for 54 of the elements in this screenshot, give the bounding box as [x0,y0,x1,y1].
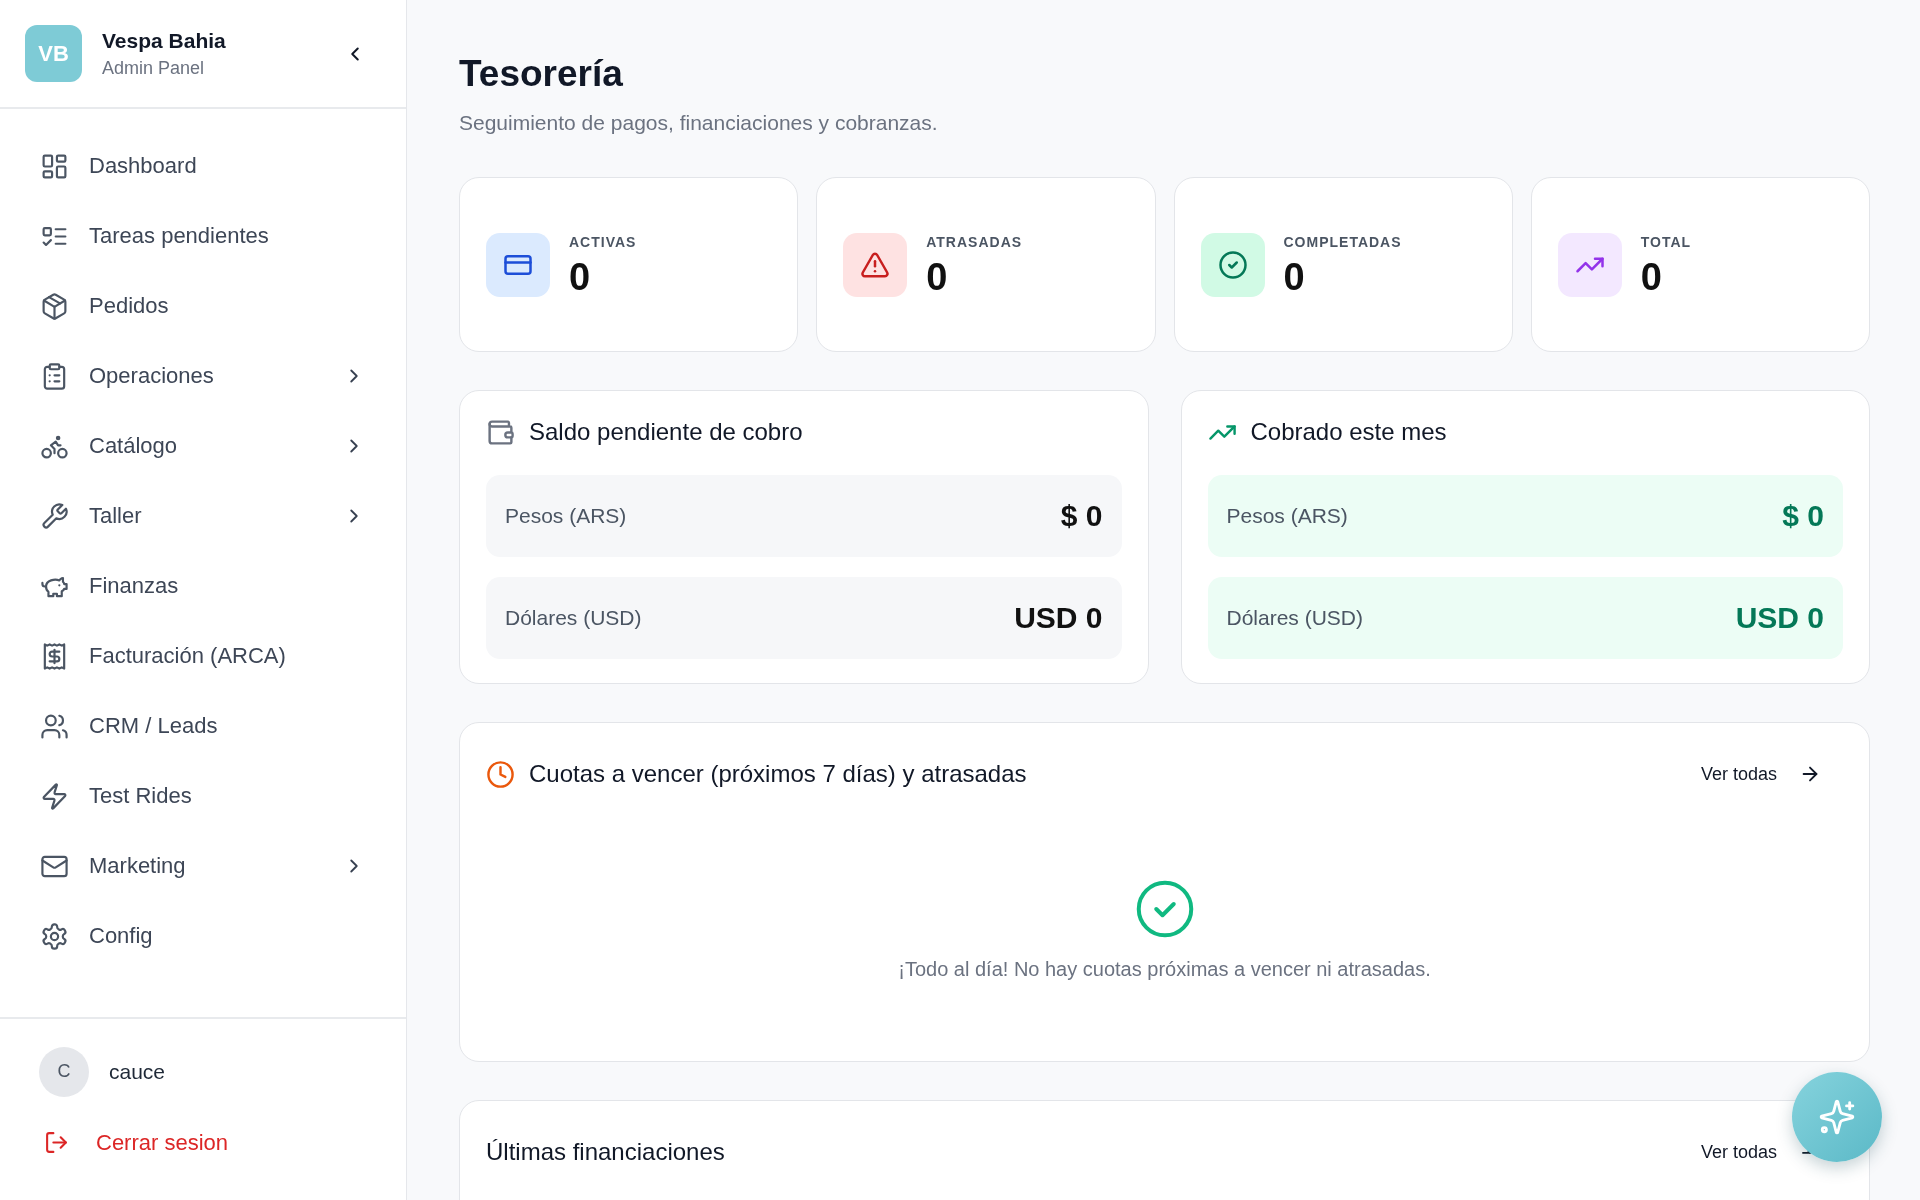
wallet-icon [486,417,515,447]
amount-value: $ 0 [1782,499,1824,533]
logout-button[interactable]: Cerrar sesion [44,1129,229,1156]
user-avatar: C [39,1046,89,1097]
user-name: cauce [109,1059,166,1084]
stat-label: ACTIVAS [569,233,637,250]
stat-value: 0 [1283,257,1305,296]
sidebar-item[interactable]: CRM / Leads [40,711,218,741]
sidebar-item[interactable]: Operaciones [40,361,214,391]
lightning-icon [40,781,69,811]
box-icon [40,291,69,321]
sidebar-item[interactable]: Marketing [40,851,186,881]
stat-value: 0 [569,257,591,296]
sidebar-item[interactable]: Finanzas [40,571,179,601]
view-all-link[interactable]: Ver todas [1700,1141,1777,1163]
sidebar-item[interactable]: Config [40,921,153,951]
settings-icon [40,921,69,951]
brand-subtitle: Admin Panel [102,57,205,79]
empty-message: ¡Todo al día! No hay cuotas próximas a vencer ni atrasadas. [898,957,1431,981]
stat-value: 0 [926,257,948,296]
page-title: Tesorería [459,52,623,96]
sidebar-item[interactable]: Tareas pendientes [40,221,269,251]
currency-label: Dólares (USD) [505,606,642,630]
page-subtitle: Seguimiento de pagos, financiaciones y cobranzas. [459,111,938,135]
view-all-link[interactable]: Ver todas [1700,763,1777,785]
amount-value: $ 0 [1060,499,1103,533]
credit-card-icon [486,232,550,297]
brand-name: Vespa Bahia [102,28,226,53]
stat-label: ATRASADAS [926,233,1023,250]
sidebar-item[interactable]: Taller [40,501,142,531]
sparkle-icon [1818,1098,1856,1136]
card-title: Saldo pendiente de cobro [529,418,803,446]
sidebar-item[interactable]: Test Rides [40,781,192,811]
stat-value: 0 [1640,257,1662,296]
sidebar-item[interactable]: Dashboard [40,151,197,181]
check-circle-icon [1134,879,1195,939]
amount-value: USD 0 [1014,601,1103,635]
wrench-icon [40,501,69,531]
stat-label: COMPLETADAS [1283,233,1402,250]
clock-icon [486,759,515,789]
currency-label: Pesos (ARS) [505,504,627,528]
amount-value: USD 0 [1735,601,1824,635]
card-title: Cobrado este mes [1250,418,1447,446]
logout-icon [44,1130,69,1155]
sidebar-item[interactable]: Facturación (ARCA) [40,641,286,671]
currency-label: Dólares (USD) [1226,606,1364,630]
stat-label: TOTAL [1640,233,1692,250]
brand-logo: VB [25,25,82,82]
sidebar-item[interactable]: Pedidos [40,291,169,321]
trending-up-icon [1557,232,1622,297]
section-title: Cuotas a vencer (próximos 7 días) y atrasadas [529,760,1027,788]
sidebar-item[interactable]: Catálogo [40,431,178,461]
currency-label: Pesos (ARS) [1226,504,1348,528]
section-title: Últimas financiaciones [486,1138,725,1166]
